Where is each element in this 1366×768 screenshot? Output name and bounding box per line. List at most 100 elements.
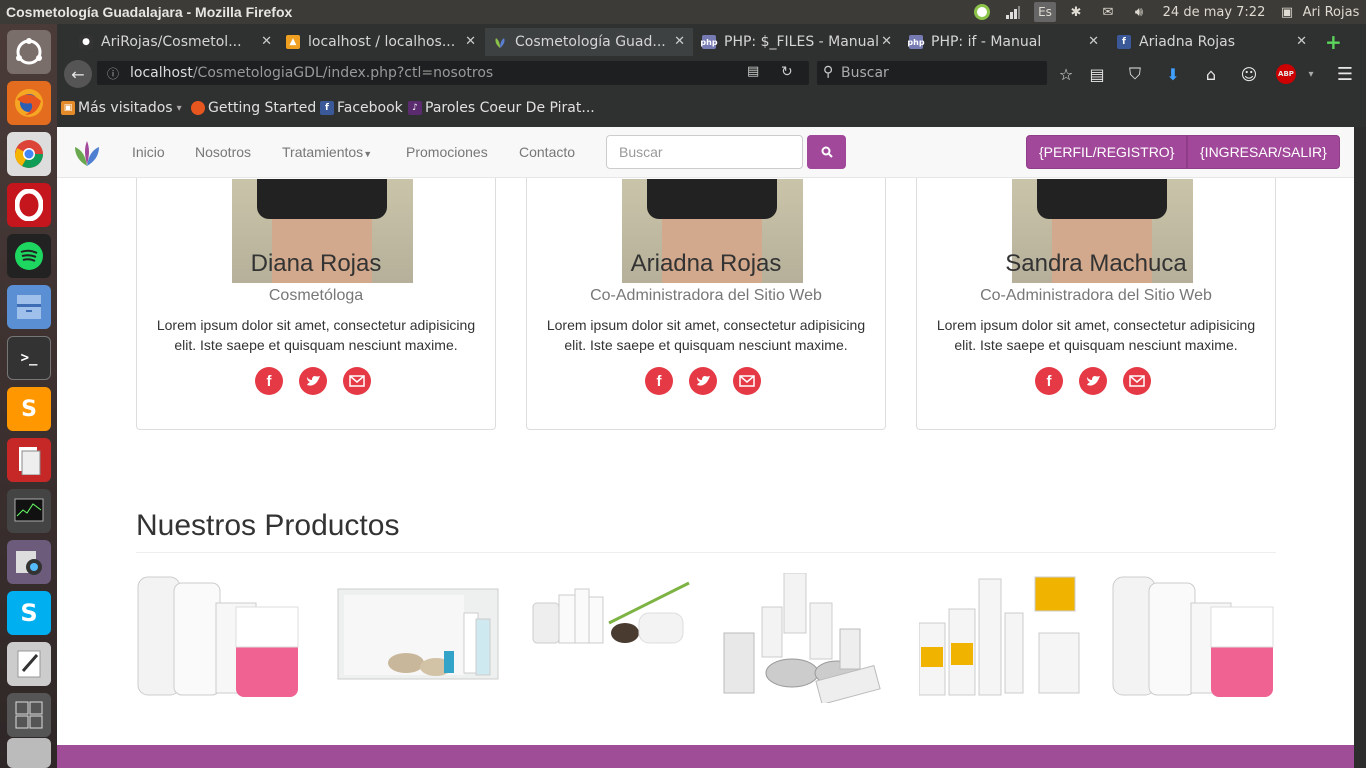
close-icon[interactable]: ✕ xyxy=(881,34,892,49)
product-image[interactable] xyxy=(1111,573,1276,703)
menu-icon[interactable]: ☰ xyxy=(1334,63,1356,85)
products-heading: Nuestros Productos xyxy=(136,509,400,542)
facebook-icon[interactable]: f xyxy=(1035,367,1063,395)
chrome-icon[interactable] xyxy=(7,132,51,176)
downloads-icon[interactable]: ⬇ xyxy=(1162,63,1184,85)
facebook-icon[interactable]: f xyxy=(645,367,673,395)
tab-facebook[interactable]: f Ariadna Rojas ✕ xyxy=(1117,28,1307,56)
bookmarks-list-icon[interactable]: ▤ xyxy=(1086,63,1108,85)
nav-nosotros[interactable]: Nosotros xyxy=(195,144,251,160)
bookmark-paroles[interactable]: ♪ Paroles Coeur De Pirat... xyxy=(408,100,595,116)
nav-tratamientos-label: Tratamientos xyxy=(282,144,364,160)
facebook-icon: f xyxy=(1117,35,1131,49)
site-logo-icon[interactable] xyxy=(71,139,103,172)
product-image[interactable] xyxy=(529,573,694,703)
trash-icon[interactable] xyxy=(7,738,51,768)
product-image[interactable] xyxy=(136,573,301,703)
product-image[interactable] xyxy=(918,573,1084,703)
text-editor-icon[interactable] xyxy=(7,642,51,686)
twitter-icon[interactable] xyxy=(1079,367,1107,395)
email-icon[interactable] xyxy=(733,367,761,395)
nav-contacto[interactable]: Contacto xyxy=(519,144,575,160)
close-icon[interactable]: ✕ xyxy=(261,34,272,49)
login-logout-button[interactable]: {INGRESAR/SALIR} xyxy=(1187,135,1340,169)
browser-search-field[interactable]: ⚲ Buscar xyxy=(817,61,1047,85)
profile-register-button[interactable]: {PERFIL/REGISTRO} xyxy=(1026,135,1188,169)
system-monitor-icon[interactable] xyxy=(7,489,51,533)
ubuntu-dash-icon[interactable] xyxy=(7,30,51,74)
webcam-app-icon[interactable] xyxy=(7,540,51,584)
clock[interactable]: 24 de may 7:22 xyxy=(1160,2,1268,22)
close-icon[interactable]: ✕ xyxy=(465,34,476,49)
member-description: Lorem ipsum dolor sit amet, consectetur … xyxy=(156,317,476,353)
close-icon[interactable]: ✕ xyxy=(1296,34,1307,49)
email-icon[interactable] xyxy=(1123,367,1151,395)
nav-promociones[interactable]: Promociones xyxy=(406,144,488,160)
browser-chrome: ● AriRojas/Cosmetol... ✕ ▲ localhost / l… xyxy=(57,24,1366,127)
pocket-icon[interactable]: ⛉ xyxy=(1124,63,1146,85)
member-role: Co-Administradora del Sitio Web xyxy=(590,287,822,304)
network-icon[interactable] xyxy=(1003,2,1023,22)
site-search-input[interactable]: Buscar xyxy=(606,135,803,169)
member-name: Sandra Machuca xyxy=(1005,250,1187,277)
url-bar[interactable]: ⓘ localhost/CosmetologiaGDL/index.php?ct… xyxy=(97,61,809,85)
tab-label: Cosmetología Guad... xyxy=(515,34,666,50)
page-scrollbar[interactable] xyxy=(1354,127,1366,768)
twitter-icon[interactable] xyxy=(689,367,717,395)
reader-view-icon[interactable]: ▤ xyxy=(747,64,759,79)
files-icon[interactable] xyxy=(7,285,51,329)
member-name: Ariadna Rojas xyxy=(630,250,782,277)
terminal-icon[interactable]: >_ xyxy=(7,336,51,380)
tab-label: Ariadna Rojas xyxy=(1139,34,1236,50)
user-name[interactable]: Ari Rojas xyxy=(1300,2,1362,22)
nav-tratamientos[interactable]: Tratamientos▼ xyxy=(282,144,372,160)
facebook-icon: f xyxy=(320,101,334,115)
twitter-icon[interactable] xyxy=(299,367,327,395)
search-icon: ⚲ xyxy=(823,64,834,80)
close-icon[interactable]: ✕ xyxy=(674,34,685,49)
tab-php-files[interactable]: php PHP: $_FILES - Manual ✕ xyxy=(700,28,892,56)
keyboard-layout-indicator[interactable]: Es xyxy=(1034,2,1056,22)
adblock-icon[interactable]: ABP xyxy=(1276,64,1296,84)
facebook-icon[interactable]: f xyxy=(255,367,283,395)
workspace-switcher-icon[interactable] xyxy=(7,693,51,737)
product-image[interactable] xyxy=(336,573,501,703)
window-title: Cosmetología Guadalajara - Mozilla Firef… xyxy=(6,4,293,20)
bookmark-facebook[interactable]: f Facebook xyxy=(320,100,403,116)
spotify-icon[interactable] xyxy=(7,234,51,278)
tab-php-if[interactable]: php PHP: if - Manual ✕ xyxy=(907,28,1099,56)
bluetooth-icon[interactable]: ✱ xyxy=(1066,2,1086,22)
tab-phpmyadmin[interactable]: ▲ localhost / localhos... ✕ xyxy=(286,28,476,56)
chevron-down-icon[interactable]: ▾ xyxy=(1300,63,1322,85)
email-icon[interactable] xyxy=(343,367,371,395)
bookmark-getting-started[interactable]: Getting Started xyxy=(191,100,316,116)
user-icon[interactable]: ▣ xyxy=(1276,2,1298,22)
skype-icon[interactable]: S xyxy=(7,591,51,635)
tab-cosmetologia[interactable]: Cosmetología Guad... ✕ xyxy=(485,28,693,56)
php-icon: php xyxy=(700,35,718,49)
opera-icon[interactable] xyxy=(7,183,51,227)
navigation-toolbar: ← ⓘ localhost/CosmetologiaGDL/index.php?… xyxy=(60,59,1360,91)
volume-icon[interactable]: 🔊︎ xyxy=(1128,2,1150,22)
new-tab-button[interactable]: + xyxy=(1325,28,1345,56)
hello-icon[interactable]: ☺ xyxy=(1238,63,1260,85)
back-button[interactable]: ← xyxy=(64,60,92,88)
site-search-button[interactable] xyxy=(807,135,846,169)
mail-icon[interactable]: ✉ xyxy=(1097,2,1119,22)
firefox-icon[interactable] xyxy=(7,81,51,125)
tab-github[interactable]: ● AriRojas/Cosmetol... ✕ xyxy=(79,28,272,56)
member-name: Diana Rojas xyxy=(250,250,382,277)
sublime-text-icon[interactable]: S xyxy=(7,387,51,431)
nav-inicio[interactable]: Inicio xyxy=(132,144,165,160)
close-icon[interactable]: ✕ xyxy=(1088,34,1099,49)
document-viewer-icon[interactable] xyxy=(7,438,51,482)
bookmark-star-icon[interactable]: ☆ xyxy=(1055,63,1077,85)
reload-icon[interactable]: ↻ xyxy=(781,64,793,80)
caret-down-icon: ▼ xyxy=(363,149,373,159)
launcher: >_ S S xyxy=(0,24,57,768)
info-icon[interactable]: ⓘ xyxy=(107,65,119,82)
bookmark-most-visited[interactable]: ▣ Más visitados ▾ xyxy=(61,100,182,116)
messaging-icon[interactable] xyxy=(972,2,992,22)
home-icon[interactable]: ⌂ xyxy=(1200,63,1222,85)
product-image[interactable] xyxy=(722,572,887,705)
